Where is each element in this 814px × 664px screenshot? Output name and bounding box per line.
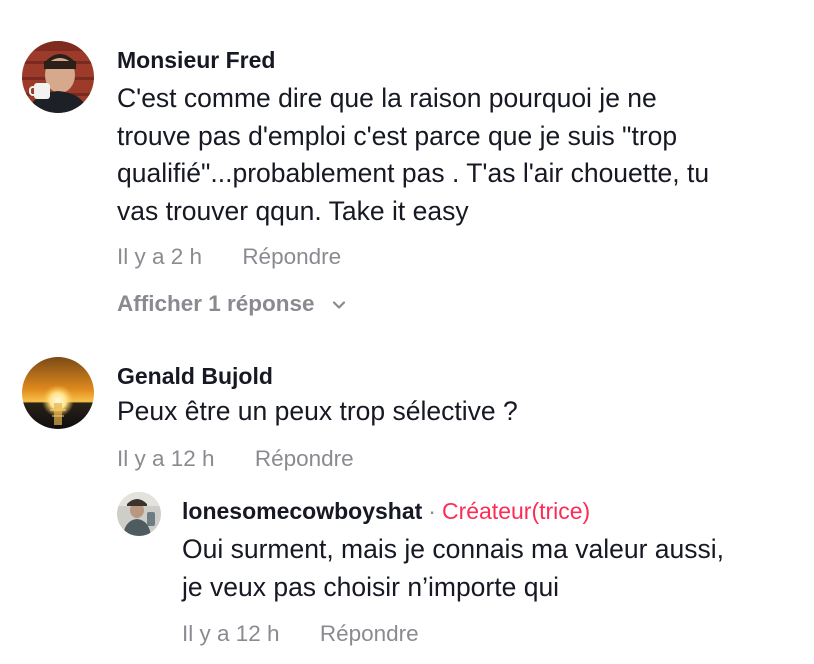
comment-text-line: vas trouver qqun. Take it easy: [117, 195, 469, 226]
comment-text-line: Oui surment, mais je connais ma valeur a…: [182, 534, 724, 564]
comment-text-line: je veux pas choisir n’importe qui: [182, 571, 560, 602]
comment-text-line: trouve pas d'emploi c'est parce que je s…: [117, 120, 678, 151]
separator: ·: [428, 498, 436, 524]
comment-author[interactable]: lonesomecowboyshat: [182, 498, 422, 524]
comment-timestamp: Il y a 2 h: [117, 244, 203, 269]
comment-text: C'est comme dire que la raison pourquoi …: [117, 80, 709, 230]
view-replies-label: Afficher 1 réponse: [117, 291, 315, 316]
comment-text: Oui surment, mais je connais ma valeur a…: [182, 531, 724, 606]
previous-content-remnant: [256, 0, 302, 4]
avatar[interactable]: [117, 492, 161, 536]
comment-meta: Il y a 12 h Répondre: [182, 620, 419, 648]
reply-button[interactable]: Répondre: [242, 244, 341, 269]
creator-badge: Créateur(trice): [441, 498, 591, 524]
view-replies-button[interactable]: Afficher 1 réponse: [117, 290, 347, 318]
avatar[interactable]: [22, 41, 94, 113]
comment-text-line: C'est comme dire que la raison pourquoi …: [117, 83, 657, 113]
comment-author[interactable]: Genald Bujold: [117, 362, 273, 390]
avatar[interactable]: [22, 357, 94, 429]
comment-text: Peux être un peux trop sélective ?: [117, 393, 518, 431]
reply-author-line: lonesomecowboyshat · Créateur(trice): [182, 497, 590, 525]
comment-text-line: qualifié"...probablement pas . T'as l'ai…: [117, 158, 710, 188]
comment-timestamp: Il y a 12 h: [182, 621, 280, 646]
comment-meta: Il y a 2 h Répondre: [117, 243, 341, 271]
comment-author[interactable]: Monsieur Fred: [117, 46, 275, 74]
comment-meta: Il y a 12 h Répondre: [117, 445, 354, 473]
comment-text-line: Peux être un peux trop sélective ?: [117, 396, 518, 426]
reply-button[interactable]: Répondre: [255, 446, 354, 471]
chevron-down-icon: [332, 301, 345, 309]
comment-timestamp: Il y a 12 h: [117, 446, 215, 471]
reply-button[interactable]: Répondre: [320, 621, 419, 646]
